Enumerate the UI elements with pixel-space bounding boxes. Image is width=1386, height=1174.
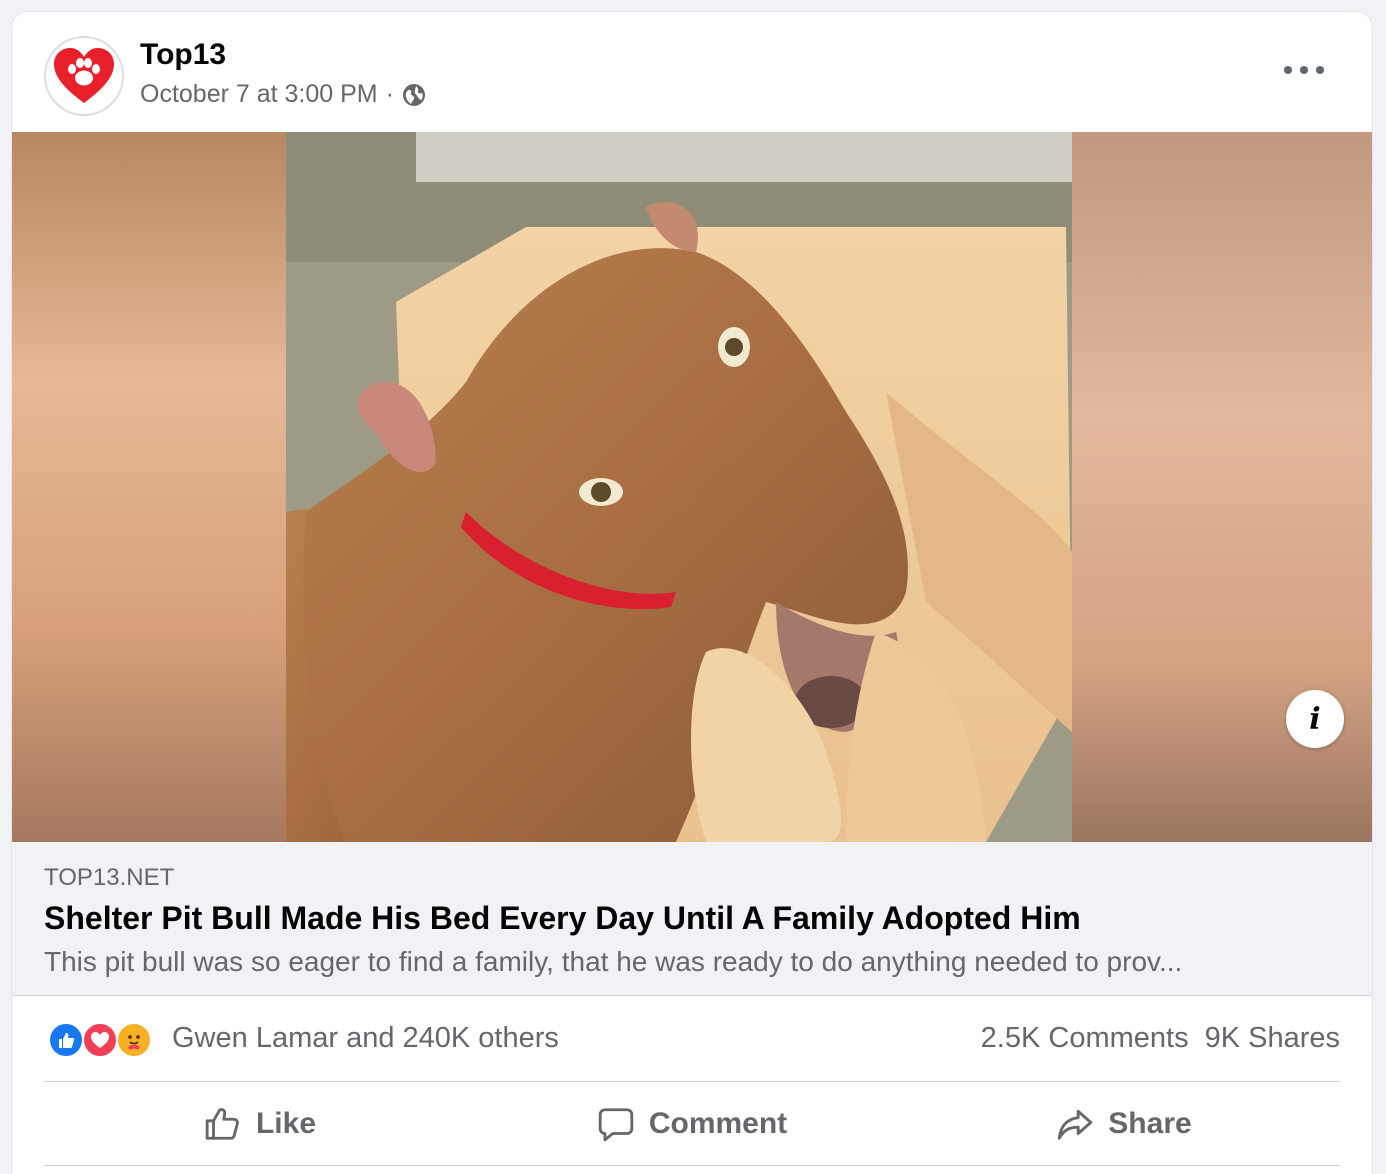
page-name[interactable]: Top13	[140, 38, 226, 72]
post-header: Top13 October 7 at 3:00 PM ·	[12, 12, 1372, 132]
post-card: Top13 October 7 at 3:00 PM · i TOP13.NET…	[12, 12, 1372, 1174]
share-arrow-icon	[1058, 1109, 1093, 1140]
care-reaction-icon	[116, 1022, 152, 1058]
comment-bubble-icon	[598, 1107, 634, 1141]
like-button[interactable]: Like	[44, 1082, 476, 1165]
more-dot	[1316, 66, 1324, 74]
link-preview[interactable]: TOP13.NET Shelter Pit Bull Made His Bed …	[12, 842, 1372, 996]
reactors-text[interactable]: Gwen Lamar and 240K others	[172, 1022, 559, 1055]
more-dot	[1284, 66, 1292, 74]
like-reaction-icon	[48, 1022, 84, 1058]
love-reaction-icon	[82, 1022, 118, 1058]
reaction-icons[interactable]	[48, 1022, 160, 1058]
heart-paw-logo-icon	[54, 48, 114, 103]
link-headline[interactable]: Shelter Pit Bull Made His Bed Every Day …	[44, 900, 1081, 937]
link-domain: TOP13.NET	[44, 864, 175, 891]
share-label: Share	[1108, 1106, 1192, 1140]
share-button[interactable]: Share	[908, 1082, 1340, 1165]
globe-icon[interactable]	[402, 83, 426, 107]
page-avatar[interactable]	[44, 36, 124, 116]
shares-count[interactable]: 9K Shares	[1205, 1022, 1340, 1055]
post-image[interactable]	[12, 132, 1372, 842]
comment-button[interactable]: Comment	[476, 1082, 908, 1165]
post-meta: October 7 at 3:00 PM ·	[140, 80, 426, 109]
engagement-stats: Gwen Lamar and 240K others 2.5K Comments…	[44, 996, 1340, 1082]
action-bar: Like Comment Share	[44, 1082, 1340, 1166]
more-options-button[interactable]	[1280, 58, 1328, 82]
thumbs-up-icon	[205, 1107, 239, 1140]
link-description: This pit bull was so eager to find a fam…	[44, 946, 1183, 977]
like-label: Like	[255, 1106, 317, 1140]
more-dot	[1300, 66, 1308, 74]
comments-count[interactable]: 2.5K Comments	[981, 1022, 1189, 1055]
comment-label: Comment	[648, 1106, 788, 1140]
post-timestamp[interactable]: October 7 at 3:00 PM	[140, 80, 378, 109]
engagement-counts: 2.5K Comments 9K Shares	[981, 1022, 1340, 1055]
info-button[interactable]: i	[1286, 690, 1344, 748]
image-blur-left	[12, 132, 286, 842]
dog-photo	[286, 132, 1072, 842]
meta-separator: ·	[385, 80, 394, 108]
